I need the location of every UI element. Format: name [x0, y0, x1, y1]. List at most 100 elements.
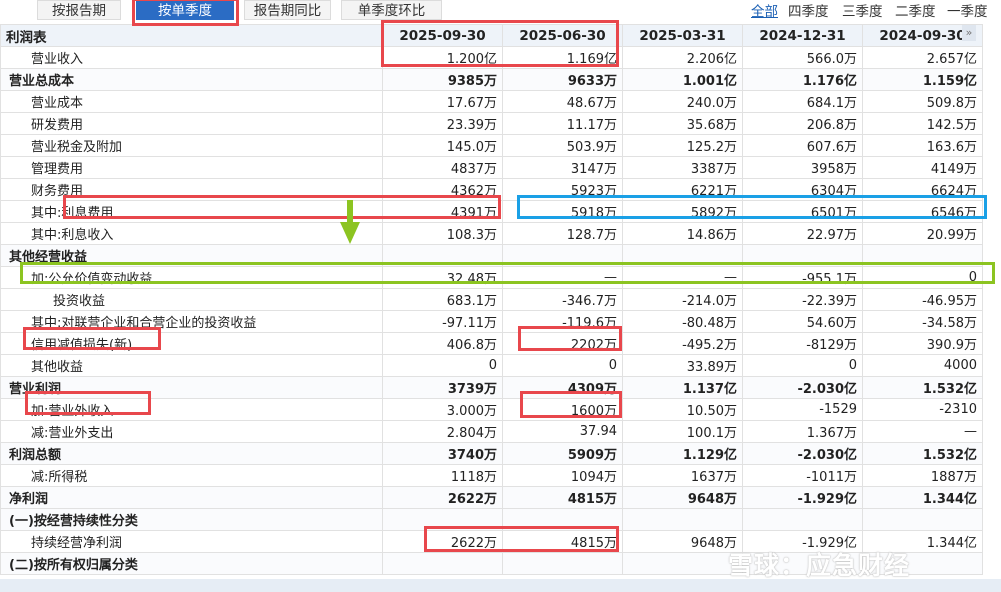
cell-value: -97.11万	[382, 310, 503, 333]
tab-qoq[interactable]: 单季度环比	[341, 0, 442, 20]
cell-value: -46.95万	[862, 288, 983, 311]
cell-value: 6304万	[742, 178, 863, 201]
cell-value: 5909万	[502, 442, 623, 465]
filter-all[interactable]: 全部	[751, 0, 778, 20]
cell-value: 3147万	[502, 156, 623, 179]
table-row: 营业成本 17.67万 48.67万 240.0万 684.1万 509.8万	[0, 90, 983, 113]
row-label: (二)按所有权归属分类	[0, 552, 383, 575]
cell-value: -119.6万	[502, 310, 623, 333]
cell-value: 142.5万	[862, 112, 983, 135]
cell-value: -2.030亿	[742, 442, 863, 465]
scroll-right-icon[interactable]: »	[962, 25, 976, 41]
table-row: (一)按经营持续性分类	[0, 508, 983, 531]
row-label: 其中:对联营企业和合营企业的投资收益	[0, 310, 383, 333]
cell-value	[502, 508, 623, 531]
down-arrow-icon	[340, 200, 360, 244]
cell-value: —	[862, 420, 983, 443]
filter-q3[interactable]: 三季度	[842, 0, 883, 20]
cell-value: 4149万	[862, 156, 983, 179]
cell-value: 128.7万	[502, 222, 623, 245]
table-row: 其他收益 0 0 33.89万 0 4000	[0, 354, 983, 377]
filter-q4[interactable]: 四季度	[788, 0, 829, 20]
cell-value: 1600万	[502, 398, 623, 421]
cell-value: 48.67万	[502, 90, 623, 113]
cell-value: -2.030亿	[742, 376, 863, 399]
date-column-header: 2025-09-30	[382, 24, 503, 47]
cell-value: -1.929亿	[742, 486, 863, 509]
cell-value: 4309万	[502, 376, 623, 399]
filter-q2[interactable]: 二季度	[895, 0, 936, 20]
cell-value	[862, 244, 983, 267]
cell-value: 240.0万	[622, 90, 743, 113]
cell-value: -1529	[742, 398, 863, 421]
cell-value: 54.60万	[742, 310, 863, 333]
row-label: 持续经营净利润	[0, 530, 383, 553]
cell-value: 3740万	[382, 442, 503, 465]
cell-value: 390.9万	[862, 332, 983, 355]
cell-value: 2.657亿	[862, 46, 983, 69]
cell-value: 5918万	[502, 200, 623, 223]
cell-value: 9385万	[382, 68, 503, 91]
table-row: 研发费用 23.39万 11.17万 35.68万 206.8万 142.5万	[0, 112, 983, 135]
filter-q1[interactable]: 一季度	[947, 0, 988, 20]
cell-value: 206.8万	[742, 112, 863, 135]
cell-value: 9648万	[622, 530, 743, 553]
tab-single-quarter[interactable]: 按单季度	[136, 0, 234, 20]
cell-value: 108.3万	[382, 222, 503, 245]
cell-value: -1011万	[742, 464, 863, 487]
cell-value: 1.176亿	[742, 68, 863, 91]
table-row: 管理费用 4837万 3147万 3387万 3958万 4149万	[0, 156, 983, 179]
table-header-label: 利润表	[0, 24, 383, 47]
cell-value: 1.137亿	[622, 376, 743, 399]
cell-value: 2.804万	[382, 420, 503, 443]
cell-value: 125.2万	[622, 134, 743, 157]
tab-report-period[interactable]: 按报告期	[37, 0, 121, 20]
cell-value: 607.6万	[742, 134, 863, 157]
cell-value: 509.8万	[862, 90, 983, 113]
cell-value: 6501万	[742, 200, 863, 223]
cell-value	[622, 244, 743, 267]
watermark: 雪球：应急财经	[728, 551, 911, 580]
row-label: 加:公允价值变动收益	[0, 266, 383, 289]
cell-value: 4000	[862, 354, 983, 377]
tab-yoy[interactable]: 报告期同比	[244, 0, 331, 20]
cell-value	[622, 508, 743, 531]
cell-value: 2202万	[502, 332, 623, 355]
cell-value: 503.9万	[502, 134, 623, 157]
row-label: 投资收益	[0, 288, 383, 311]
cell-value	[742, 244, 863, 267]
cell-value: 2622万	[382, 530, 503, 553]
cell-value: 35.68万	[622, 112, 743, 135]
cell-value: 2622万	[382, 486, 503, 509]
cell-value: 1.200亿	[382, 46, 503, 69]
cell-value: -346.7万	[502, 288, 623, 311]
cell-value: 11.17万	[502, 112, 623, 135]
cell-value: 1887万	[862, 464, 983, 487]
cell-value: 3387万	[622, 156, 743, 179]
cell-value: 6624万	[862, 178, 983, 201]
cell-value: 3.000万	[382, 398, 503, 421]
cell-value: 9633万	[502, 68, 623, 91]
table-row: 其中:利息费用 4391万 5918万 5892万 6501万 6546万	[0, 200, 983, 223]
cell-value: -8129万	[742, 332, 863, 355]
row-label: 营业利润	[0, 376, 383, 399]
cell-value: 3958万	[742, 156, 863, 179]
cell-value: —	[502, 266, 623, 289]
cell-value: 32.48万	[382, 266, 503, 289]
cell-value: 6546万	[862, 200, 983, 223]
cell-value: 4837万	[382, 156, 503, 179]
cell-value	[862, 508, 983, 531]
cell-value: 0	[862, 266, 983, 289]
table-row: 其他经营收益	[0, 244, 983, 267]
cell-value: 1118万	[382, 464, 503, 487]
cell-value: 1.001亿	[622, 68, 743, 91]
cell-value: 5892万	[622, 200, 743, 223]
cell-value	[382, 508, 503, 531]
cell-value: 3739万	[382, 376, 503, 399]
table-body: 营业收入 1.200亿 1.169亿 2.206亿 566.0万 2.657亿 营业总成本 9…	[0, 46, 983, 575]
date-column-header: 2024-12-31	[742, 24, 863, 47]
row-label: 其他经营收益	[0, 244, 383, 267]
cell-value: 37.94	[502, 420, 623, 443]
cell-value: -214.0万	[622, 288, 743, 311]
cell-value: -2310	[862, 398, 983, 421]
